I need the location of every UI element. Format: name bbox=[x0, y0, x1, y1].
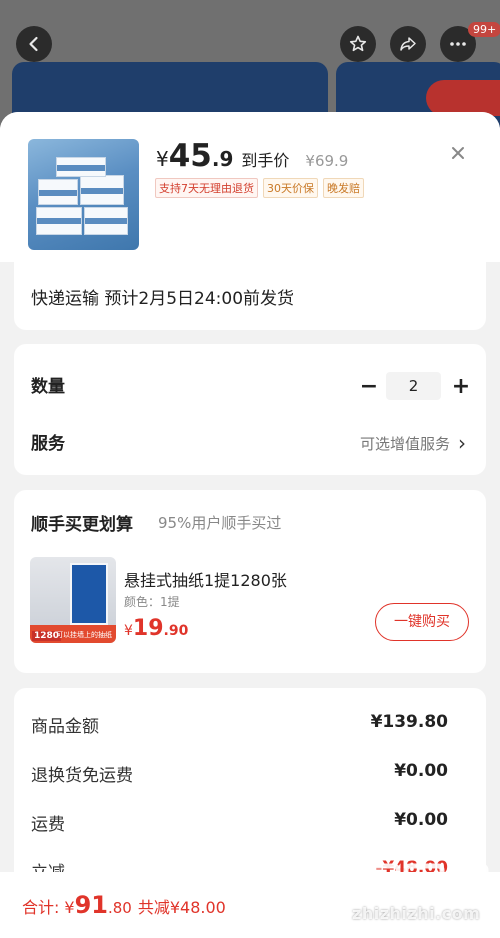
total-decimal: .80 bbox=[108, 899, 132, 917]
total-label: 合计: bbox=[22, 898, 60, 917]
add-on-price-currency: ¥ bbox=[124, 623, 133, 639]
add-on-subtitle: 95%用户顺手买过 bbox=[158, 514, 282, 532]
back-button[interactable] bbox=[16, 26, 52, 62]
watermark-logo bbox=[359, 863, 489, 905]
price-integer: 45 bbox=[168, 138, 212, 174]
total-summary: 合计: ¥ 91 .80 共减¥48.00 bbox=[22, 891, 226, 919]
summary-row: 商品金额 ¥139.80 bbox=[31, 712, 448, 737]
close-icon[interactable] bbox=[447, 142, 469, 164]
total-integer: 91 bbox=[74, 891, 108, 919]
value-added-service-text: 可选增值服务 bbox=[359, 434, 450, 453]
favorite-button[interactable] bbox=[340, 26, 376, 62]
summary-label: 退换货免运费 bbox=[31, 766, 133, 786]
summary-label: 运费 bbox=[31, 815, 65, 835]
add-on-product-variant: 颜色：1提 bbox=[124, 595, 180, 609]
summary-label: 商品金额 bbox=[31, 717, 99, 737]
add-on-title: 顺手买更划算 bbox=[31, 515, 133, 535]
decrease-quantity-button[interactable]: − bbox=[359, 374, 379, 399]
more-dots-icon bbox=[450, 42, 466, 46]
back-arrow-icon bbox=[29, 36, 38, 52]
tag-late-compensation: 晚发赔 bbox=[323, 178, 364, 198]
chevron-right-icon: › bbox=[458, 431, 466, 455]
quantity-label: 数量 bbox=[31, 377, 65, 397]
summary-value: ¥0.00 bbox=[394, 761, 448, 781]
add-on-price: ¥ 19 .90 bbox=[124, 616, 188, 641]
summary-row: 运费 ¥0.00 bbox=[31, 810, 448, 835]
total-currency: ¥ bbox=[64, 898, 75, 917]
price-row: ¥ 45 .9 到手价 ¥69.9 bbox=[156, 138, 348, 174]
tag-price-protect: 30天价保 bbox=[263, 178, 318, 198]
price-decimal: .9 bbox=[211, 147, 234, 171]
original-price: ¥69.9 bbox=[305, 152, 349, 170]
shipping-card: 快递运输 预计2月5日24:00前发货 bbox=[14, 262, 486, 330]
tag-return: 支持7天无理由退货 bbox=[155, 178, 258, 198]
purchase-sheet: ¥ 45 .9 到手价 ¥69.9 支持7天无理由退货 30天价保 晚发赔 快递… bbox=[0, 112, 500, 938]
add-on-price-integer: 19 bbox=[132, 616, 164, 641]
service-label: 服务 bbox=[31, 434, 65, 454]
quantity-input[interactable]: 2 bbox=[386, 372, 441, 400]
summary-row: 退换货免运费 ¥0.00 bbox=[31, 761, 448, 786]
shipping-text: 快递运输 预计2月5日24:00前发货 bbox=[31, 289, 295, 309]
add-on-image-caption: 可以挂墙上的抽纸 bbox=[56, 631, 112, 639]
one-click-buy-button[interactable]: 一键购买 bbox=[375, 603, 469, 641]
add-on-price-decimal: .90 bbox=[163, 623, 189, 639]
quantity-card: 数量 − 2 + 服务 可选增值服务 › bbox=[14, 344, 486, 475]
sheet-header: ¥ 45 .9 到手价 ¥69.9 支持7天无理由退货 30天价保 晚发赔 bbox=[0, 112, 500, 262]
service-tags: 支持7天无理由退货 30天价保 晚发赔 bbox=[155, 178, 364, 198]
total-saved: 共减¥48.00 bbox=[137, 898, 226, 917]
watermark-text: zhizhizhi.com bbox=[352, 904, 481, 923]
add-on-card: 顺手买更划算 95%用户顺手买过 1280 可以挂墙上的抽纸 悬挂式抽纸1提12… bbox=[14, 490, 486, 673]
product-image[interactable] bbox=[28, 139, 139, 250]
add-on-product-image[interactable]: 1280 可以挂墙上的抽纸 bbox=[30, 557, 116, 643]
value-added-service-link[interactable]: 可选增值服务 › bbox=[360, 431, 466, 455]
star-icon bbox=[349, 35, 367, 52]
increase-quantity-button[interactable]: + bbox=[451, 374, 471, 399]
final-price-label: 到手价 bbox=[241, 151, 290, 170]
share-icon bbox=[400, 37, 416, 51]
message-count-badge: 99+ bbox=[468, 22, 500, 37]
summary-value: ¥139.80 bbox=[370, 712, 448, 732]
add-on-product-name[interactable]: 悬挂式抽纸1提1280张 bbox=[124, 567, 287, 591]
price-currency: ¥ bbox=[156, 147, 169, 171]
share-button[interactable] bbox=[390, 26, 426, 62]
summary-value: ¥0.00 bbox=[394, 810, 448, 830]
